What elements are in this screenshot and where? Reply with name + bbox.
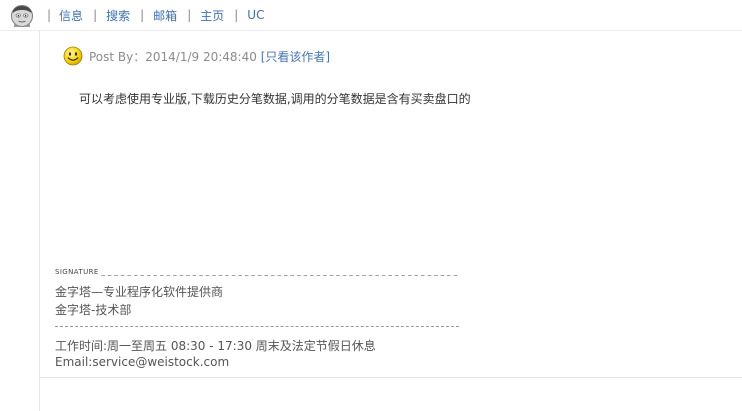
nav-separator: | xyxy=(93,8,98,22)
nav-separator: | xyxy=(140,8,145,22)
nav-link-homepage[interactable]: 主页 xyxy=(200,7,234,24)
nav-separator: | xyxy=(234,8,239,22)
only-this-author-link[interactable]: [只看该作者] xyxy=(261,48,330,65)
top-navigation-bar: | 信息 | 搜索 | 邮箱 | 主页 | UC xyxy=(0,0,742,31)
signature-email: Email:service@weistock.com xyxy=(55,355,230,369)
signature-line: 金字塔—专业程序化软件提供商 xyxy=(55,285,224,299)
signature-divider: SIGNATURE _ _ _ _ _ _ _ _ _ _ _ _ _ _ _ … xyxy=(55,268,459,276)
nav-link-mailbox[interactable]: 邮箱 xyxy=(153,7,187,24)
signature-line: 工作时间:周一至周五 08:30 - 17:30 周末及法定节假日休息 xyxy=(55,339,376,353)
signature-line: 金字塔-技术部 xyxy=(55,303,132,317)
nav-menu: | 信息 | 搜索 | 邮箱 | 主页 | UC xyxy=(47,7,274,23)
post-meta: Post By：2014/1/9 20:48:40 xyxy=(89,49,257,64)
nav-link-search[interactable]: 搜索 xyxy=(106,7,140,24)
signature-label: SIGNATURE xyxy=(55,268,99,276)
nav-link-uc[interactable]: UC xyxy=(247,8,274,22)
post-bottom-divider xyxy=(40,377,742,378)
user-avatar-icon[interactable] xyxy=(10,4,34,27)
nav-link-messages[interactable]: 信息 xyxy=(59,7,93,24)
post-header: Post By：2014/1/9 20:48:40 [只看该作者] xyxy=(63,46,330,66)
nav-separator: | xyxy=(47,8,52,22)
smiley-face-icon xyxy=(63,46,83,66)
nav-separator: | xyxy=(187,8,192,22)
left-column-divider xyxy=(39,30,40,411)
post-content: 可以考虑使用专业版,下载历史分笔数据,调用的分笔数据是含有买卖盘口的 xyxy=(79,92,471,106)
signature-rule xyxy=(55,326,459,327)
forum-post-page: | 信息 | 搜索 | 邮箱 | 主页 | UC Post By：2014/1/… xyxy=(0,0,742,411)
